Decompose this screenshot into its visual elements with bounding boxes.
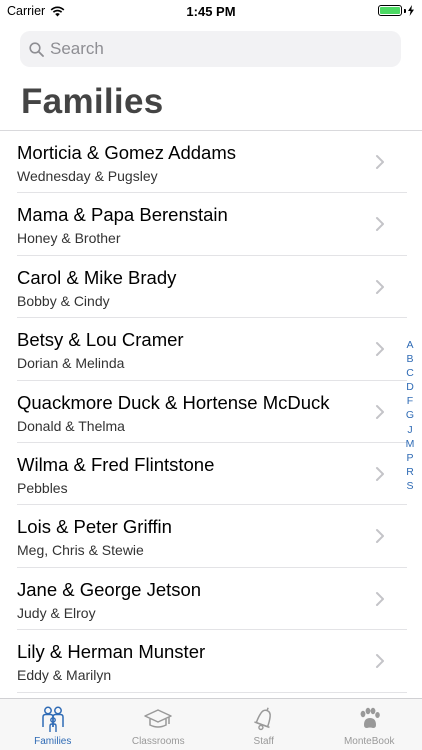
family-row[interactable]: Lois & Peter Griffin Meg, Chris & Stewie <box>0 505 422 569</box>
family-children: Wednesday & Pugsley <box>17 168 158 184</box>
chevron-right-icon <box>376 342 384 357</box>
family-name: Carol & Mike Brady <box>17 266 177 288</box>
families-list: Morticia & Gomez Addams Wednesday & Pugsl… <box>0 130 422 693</box>
chevron-right-icon <box>376 529 384 544</box>
family-name: Quackmore Duck & Hortense McDuck <box>17 391 330 413</box>
family-name: Mama & Papa Berenstain <box>17 204 228 226</box>
index-letter[interactable]: M <box>406 437 415 451</box>
family-name: Jane & George Jetson <box>17 578 202 600</box>
tab-montebook[interactable]: MonteBook <box>317 699 422 750</box>
page-title: Families <box>21 82 164 121</box>
search-input[interactable] <box>50 39 370 59</box>
section-index[interactable]: ABCDFGJMPRS <box>404 338 416 493</box>
family-name: Betsy & Lou Cramer <box>17 329 184 351</box>
index-letter[interactable]: P <box>406 451 413 465</box>
tab-staff[interactable]: Staff <box>211 699 317 750</box>
tab-label: Staff <box>253 736 274 747</box>
family-row[interactable]: Quackmore Duck & Hortense McDuck Donald &… <box>0 381 422 444</box>
tab-classrooms[interactable]: Classrooms <box>106 699 212 750</box>
family-row[interactable]: Mama & Papa Berenstain Honey & Brother <box>0 193 422 257</box>
bell-icon <box>249 705 279 733</box>
family-children: Pebbles <box>17 479 68 496</box>
family-children: Judy & Elroy <box>17 604 96 621</box>
tab-families[interactable]: Families <box>0 699 106 750</box>
family-name: Lois & Peter Griffin <box>17 516 172 538</box>
index-letter[interactable]: D <box>406 380 414 394</box>
charging-bolt-icon <box>408 5 414 16</box>
status-bar: Carrier 1:45 PM <box>0 0 422 22</box>
index-letter[interactable]: G <box>406 408 414 422</box>
chevron-right-icon <box>376 591 384 606</box>
family-children: Meg, Chris & Stewie <box>17 542 144 559</box>
chevron-right-icon <box>376 654 384 669</box>
family-name: Morticia & Gomez Addams <box>17 142 236 163</box>
family-row[interactable]: Betsy & Lou Cramer Dorian & Melinda <box>0 318 422 381</box>
index-letter[interactable]: S <box>406 479 413 493</box>
index-letter[interactable]: B <box>406 352 413 366</box>
family-children: Eddy & Marilyn <box>17 667 112 684</box>
graduation-cap-icon <box>143 705 173 733</box>
family-row[interactable]: Jane & George Jetson Judy & Elroy <box>0 568 422 631</box>
index-letter[interactable]: R <box>406 465 414 479</box>
chevron-right-icon <box>376 217 384 232</box>
family-icon <box>38 705 68 733</box>
index-letter[interactable]: C <box>406 366 414 380</box>
family-children: Donald & Thelma <box>17 417 125 434</box>
chevron-right-icon <box>376 404 384 419</box>
tab-label: Classrooms <box>131 736 185 747</box>
family-children: Bobby & Cindy <box>17 292 110 309</box>
index-letter[interactable]: J <box>407 423 412 437</box>
family-row[interactable]: Wilma & Fred Flintstone Pebbles <box>0 443 422 506</box>
index-letter[interactable]: F <box>407 394 413 408</box>
family-row[interactable]: Lily & Herman Munster Eddy & Marilyn <box>0 630 422 693</box>
chevron-right-icon <box>376 466 384 481</box>
chevron-right-icon <box>376 155 384 169</box>
index-letter[interactable]: A <box>406 338 413 352</box>
family-name: Wilma & Fred Flintstone <box>17 453 215 475</box>
tab-label: MonteBook <box>343 736 395 747</box>
family-row[interactable]: Carol & Mike Brady Bobby & Cindy <box>0 256 422 319</box>
battery-icon <box>378 5 414 16</box>
tab-label: Families <box>34 736 72 747</box>
family-row[interactable]: Morticia & Gomez Addams Wednesday & Pugsl… <box>0 131 422 194</box>
clock: 1:45 PM <box>186 4 236 19</box>
paw-icon <box>354 705 384 733</box>
tab-bar: Families Classrooms Staff MonteBook <box>0 698 422 750</box>
search-icon <box>29 41 44 57</box>
family-children: Dorian & Melinda <box>17 355 125 372</box>
family-name: Lily & Herman Munster <box>17 641 206 663</box>
chevron-right-icon <box>376 279 384 294</box>
family-children: Honey & Brother <box>17 230 121 247</box>
search-bar[interactable] <box>20 31 401 67</box>
